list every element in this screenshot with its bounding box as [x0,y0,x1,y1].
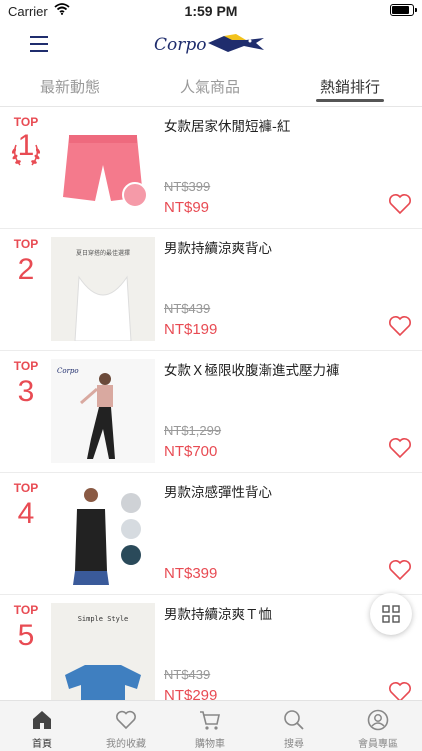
svg-text:夏日穿搭的最佳選擇: 夏日穿搭的最佳選擇 [76,249,130,257]
heart-icon [116,710,136,730]
cart-icon [200,711,220,730]
tab-bestseller[interactable]: 熱銷排行 [300,76,400,97]
nav-favorites[interactable]: 我的收藏 [84,701,168,751]
product-name[interactable]: 男款持續涼爽背心 [164,237,272,257]
nav-home-label: 首頁 [32,739,52,750]
search-icon [284,710,304,730]
sale-price: NT$700 [164,443,218,460]
svg-text:Corpo: Corpo [57,367,79,375]
nav-cart-label: 購物車 [195,739,225,750]
favorite-heart-icon[interactable] [388,193,412,215]
original-price: NT$1,299 [164,423,222,438]
sale-price: NT$299 [164,687,218,700]
product-image[interactable] [51,115,155,219]
rank-label: TOP [13,603,39,617]
list-item[interactable]: TOP 3 Corpo 女款Ｘ極限收腹漸進式壓力褲 NT$1,299 NT$70… [0,351,422,473]
product-image[interactable] [51,481,155,585]
home-icon [33,711,51,729]
favorite-heart-icon[interactable] [388,681,412,700]
battery-icon [390,4,417,16]
original-price: NT$439 [164,301,211,316]
clock: 1:59 PM [184,3,238,19]
rank-label: TOP [13,359,39,373]
rank-label: TOP [13,237,39,251]
original-price: NT$399 [164,179,211,194]
product-image[interactable]: Simple Style [51,603,155,700]
nav-search-label: 搜尋 [284,739,304,750]
svg-text:Corpo: Corpo [154,35,207,55]
svg-text:Simple Style: Simple Style [78,615,129,623]
menu-icon[interactable] [30,36,48,52]
nav-header: Corpo [0,22,422,66]
rank-label: TOP [13,481,39,495]
list-item[interactable]: TOP 2 夏日穿搭的最佳選擇 男款持續涼爽背心 NT$439 NT$199 [0,229,422,351]
user-icon [367,709,389,731]
rank-number: 4 [17,497,35,530]
sale-price: NT$99 [164,199,210,216]
tab-latest[interactable]: 最新動態 [20,76,120,97]
product-image[interactable]: 夏日穿搭的最佳選擇 [51,237,155,341]
nav-favorites-label: 我的收藏 [106,739,146,750]
list-item[interactable]: TOP 4 男款涼感彈性背心 NT$399 [0,473,422,595]
product-name[interactable]: 男款涼感彈性背心 [164,481,272,501]
product-name[interactable]: 男款持續涼爽Ｔ恤 [164,603,272,623]
grid-icon [382,605,400,623]
rank-number: 2 [17,253,35,286]
favorite-heart-icon[interactable] [388,559,412,581]
sale-price: NT$199 [164,321,218,338]
category-tabs: 最新動態 人氣商品 熱銷排行 [0,68,422,107]
rank-number: 3 [17,375,35,408]
tab-popular[interactable]: 人氣商品 [160,76,260,97]
ranking-list[interactable]: TOP 1 女款居家休閒短褲-紅 NT$399 NT$99 TOP 2 夏日穿搭… [0,107,422,700]
product-name[interactable]: 女款居家休閒短褲-紅 [164,115,290,135]
product-image[interactable]: Corpo [51,359,155,463]
rank-label: TOP [13,115,39,129]
favorite-heart-icon[interactable] [388,315,412,337]
laurel-icon [11,144,41,166]
product-name[interactable]: 女款Ｘ極限收腹漸進式壓力褲 [164,359,340,379]
original-price: NT$439 [164,667,211,682]
list-item[interactable]: TOP 1 女款居家休閒短褲-紅 NT$399 NT$99 [0,107,422,229]
nav-member[interactable]: 會員專區 [336,701,420,751]
nav-cart[interactable]: 購物車 [168,701,252,751]
nav-home[interactable]: 首頁 [0,701,84,751]
bottom-tab-bar: 首頁 我的收藏 購物車 搜尋 會員專區 [0,700,422,751]
active-tab-indicator [316,99,384,102]
nav-member-label: 會員專區 [358,739,398,750]
list-item[interactable]: TOP 5 Simple Style 男款持續涼爽Ｔ恤 NT$439 NT$29… [0,595,422,700]
favorite-heart-icon[interactable] [388,437,412,459]
rank-number: 5 [17,619,35,652]
grid-view-button[interactable] [370,593,412,635]
status-bar: Carrier 1:59 PM [0,0,422,22]
sale-price: NT$399 [164,565,218,582]
nav-search[interactable]: 搜尋 [252,701,336,751]
brand-logo[interactable]: Corpo [152,28,270,60]
